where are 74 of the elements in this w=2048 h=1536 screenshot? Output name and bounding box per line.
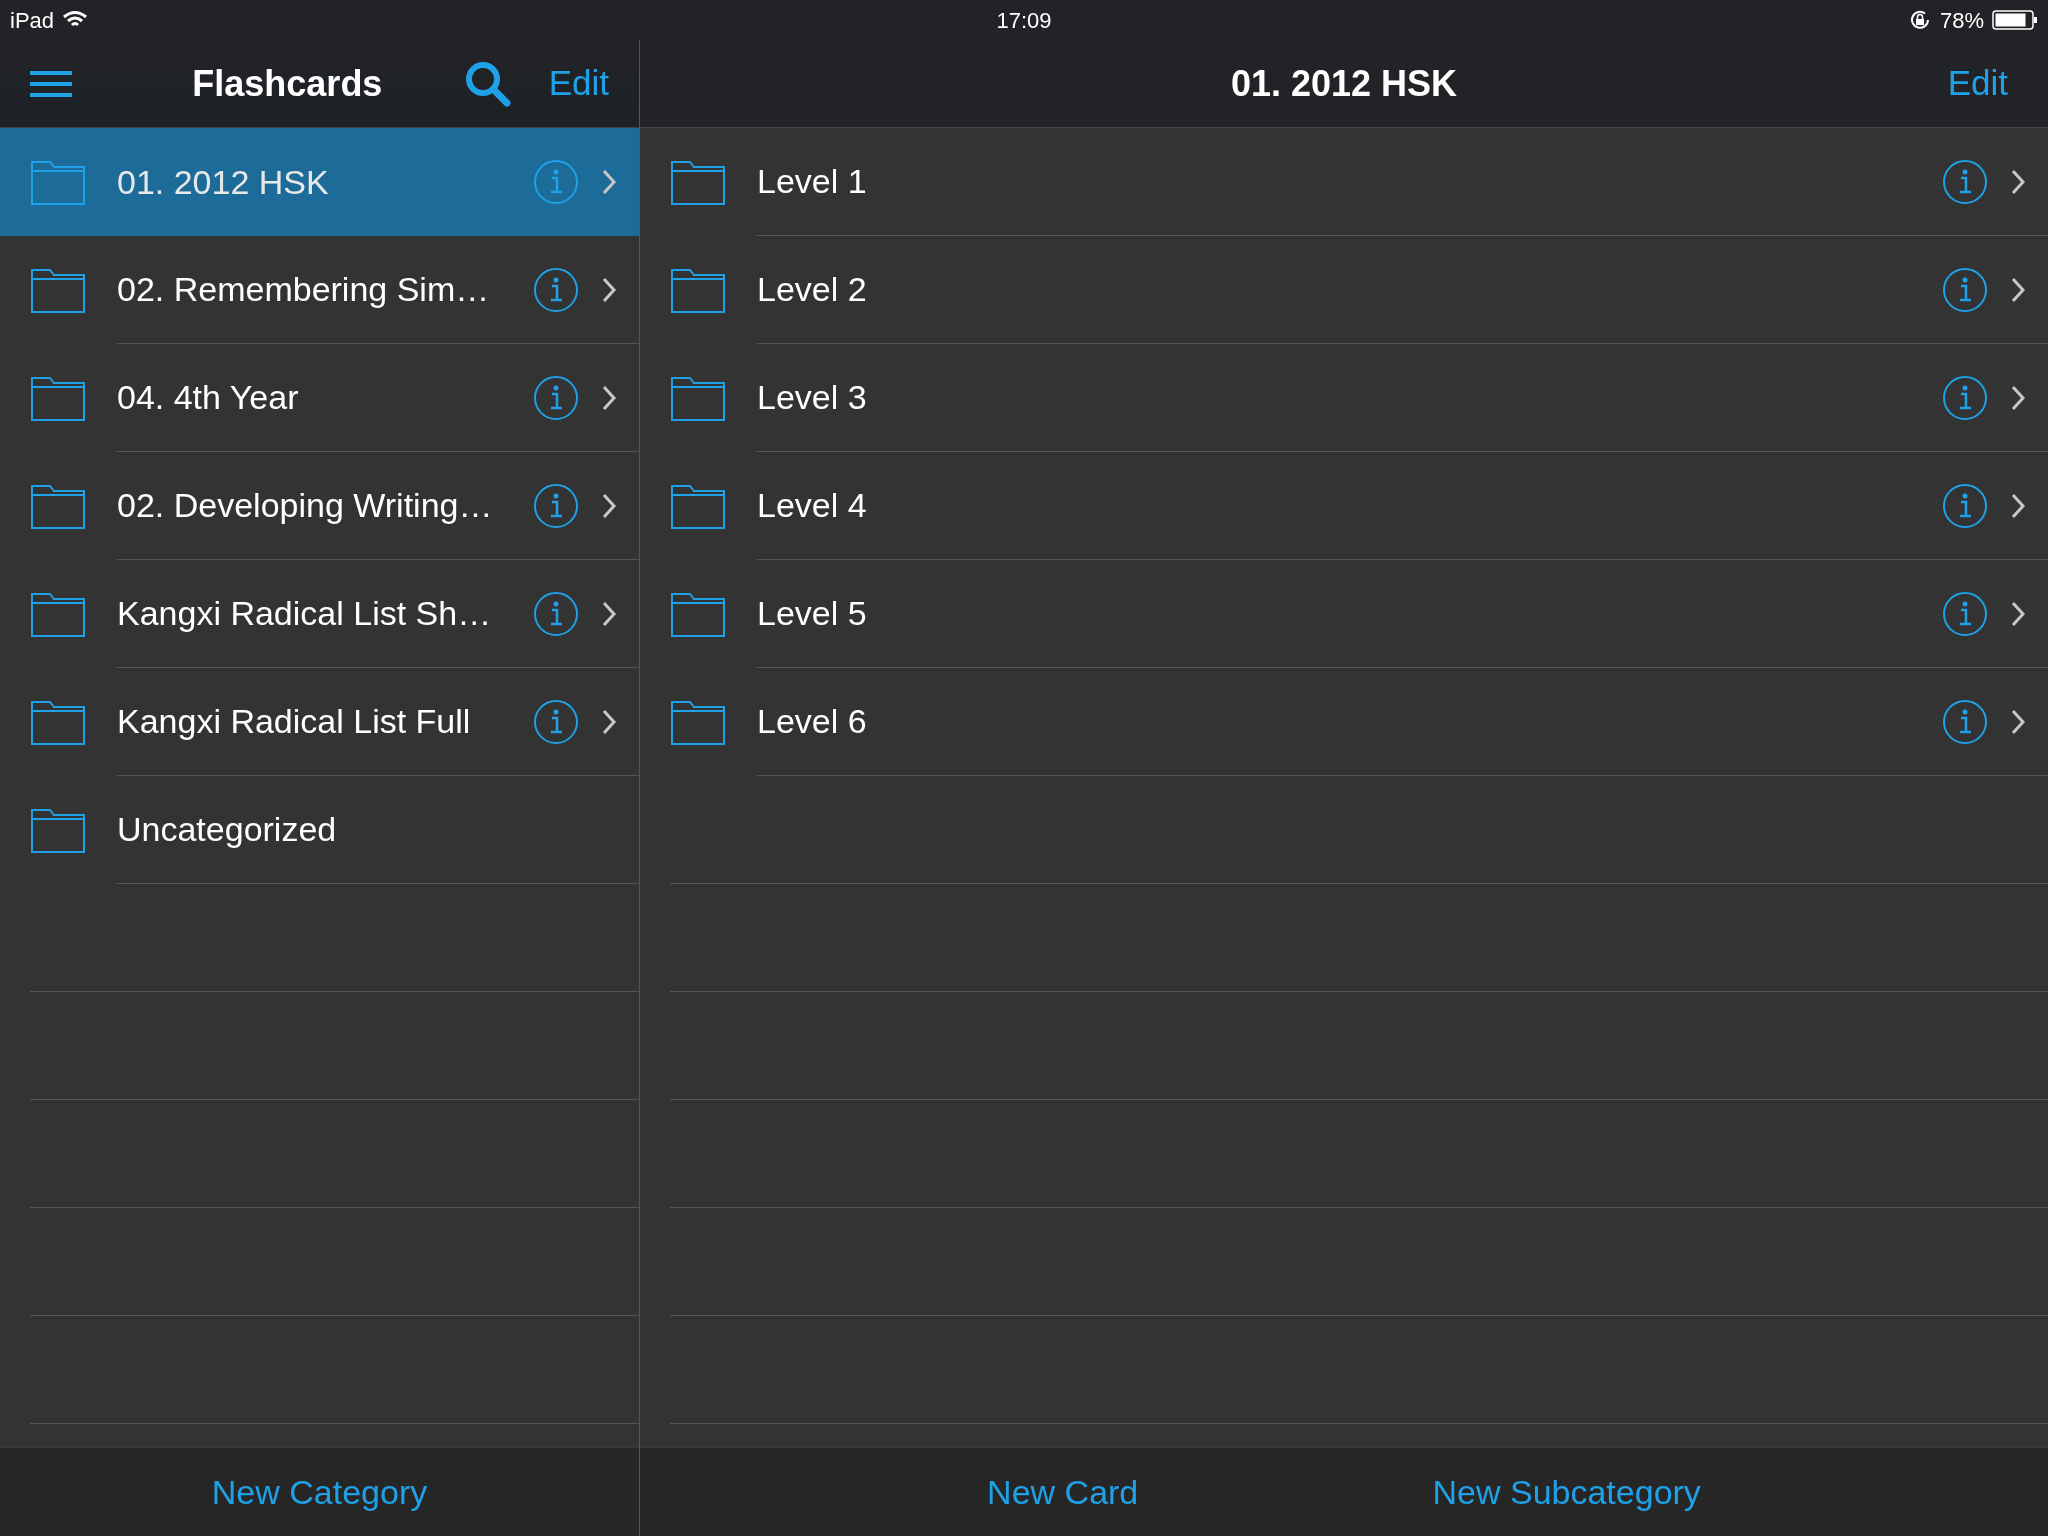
folder-icon [30,374,86,422]
info-icon[interactable] [533,266,579,313]
info-icon[interactable] [1942,374,1988,421]
list-row[interactable]: Level 4 [640,452,2048,560]
list-row[interactable]: Level 2 [640,236,2048,344]
folder-icon [670,266,726,314]
info-icon[interactable] [1942,698,1988,745]
chevron-icon [2010,491,2026,520]
chevron-icon [601,383,617,412]
info-icon[interactable] [533,482,579,529]
row-title: 04. 4th Year [117,377,300,418]
list-row[interactable]: 04. 4th Year [0,344,639,452]
row-title: 01. 2012 HSK [117,161,330,203]
list-row[interactable]: 01. 2012 HSK [0,128,639,236]
folder-icon [670,158,726,206]
folder-icon [670,374,726,422]
chevron-icon [601,491,617,520]
list-row[interactable]: Level 3 [640,344,2048,452]
battery-percent: 78% [1939,6,1984,35]
toolbar-button[interactable]: New Category [211,1466,428,1518]
chevron-icon [2010,707,2026,736]
folder-icon [30,698,86,746]
menu-icon[interactable] [30,70,72,97]
row-title: Kangxi Radical List Full [117,701,472,742]
chevron-icon [2010,383,2026,412]
folder-icon [670,590,726,638]
row-title: Level 4 [757,485,868,526]
info-icon[interactable] [533,590,579,637]
folder-icon [670,698,726,746]
info-icon[interactable] [1942,158,1988,205]
row-title: 02. Developing Writing… [117,485,494,526]
list-row[interactable]: Uncategorized [0,776,639,884]
chevron-icon [2010,599,2026,628]
folder-icon [30,158,86,206]
toolbar-button[interactable]: New Card [987,1466,1139,1518]
list-row[interactable]: 02. Developing Writing… [0,452,639,560]
sidebar-title: Flashcards [192,61,383,106]
chevron-icon [601,275,617,304]
list-row[interactable]: Kangxi Radical List Sh… [0,560,639,668]
edit-button[interactable]: Edit [548,57,609,110]
list-row[interactable]: Level 6 [640,668,2048,776]
row-title: Kangxi Radical List Sh… [117,593,493,634]
row-title: Level 2 [757,269,868,310]
list-row[interactable]: Level 1 [640,128,2048,236]
row-title: Level 1 [757,161,868,202]
row-title: Uncategorized [117,809,338,850]
folder-icon [30,806,86,854]
chevron-icon [2010,275,2026,304]
battery-icon [1992,9,2038,31]
folder-icon [30,266,86,314]
status-time: 17:09 [995,6,1053,35]
info-icon[interactable] [1942,482,1988,529]
list-row[interactable]: Level 5 [640,560,2048,668]
info-icon[interactable] [1942,590,1988,637]
row-title: Level 6 [757,701,868,742]
folder-icon [670,482,726,530]
info-icon[interactable] [1942,266,1988,313]
list-row[interactable]: Kangxi Radical List Full [0,668,639,776]
folder-icon [30,590,86,638]
device-name: iPad [10,6,55,35]
list-row[interactable]: 02. Remembering Sim… [0,236,639,344]
row-title: 02. Remembering Sim… [117,269,491,310]
toolbar-button[interactable]: New Subcategory [1432,1466,1701,1518]
chevron-icon [601,168,617,196]
chevron-icon [601,707,617,736]
chevron-icon [601,599,617,628]
info-icon[interactable] [533,698,579,745]
edit-button[interactable]: Edit [1947,57,2008,110]
chevron-icon [2010,167,2026,196]
folder-icon [30,482,86,530]
detail-title: 01. 2012 HSK [1230,61,1458,106]
row-title: Level 5 [757,593,868,634]
row-title: Level 3 [757,377,868,418]
info-icon[interactable] [533,374,579,421]
